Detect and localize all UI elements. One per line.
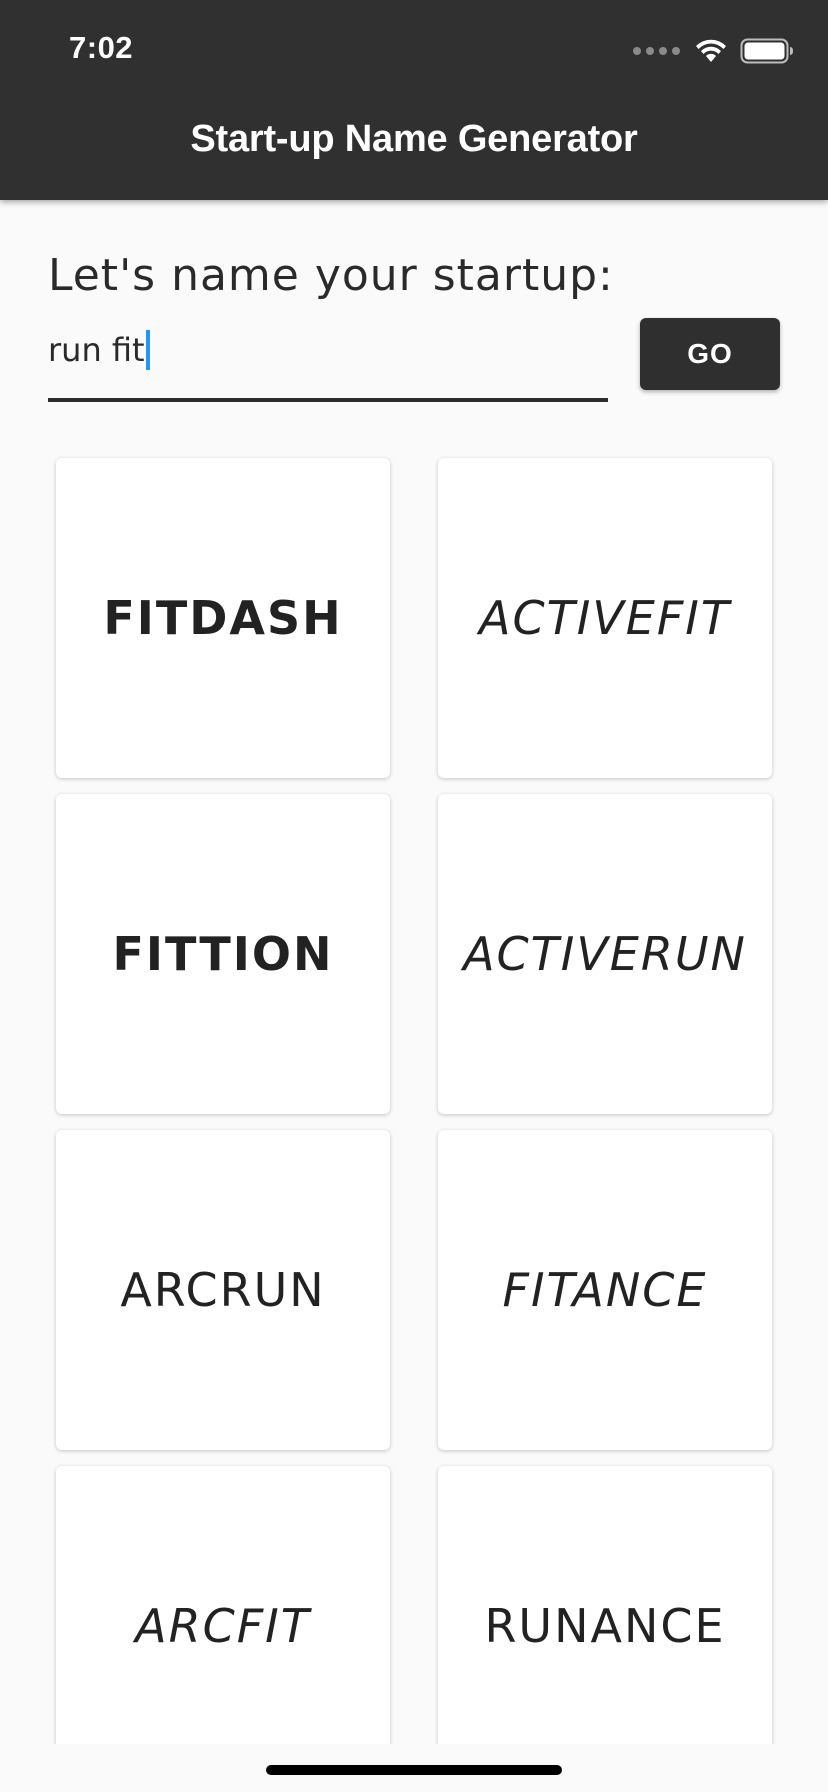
cellular-signal-icon — [633, 47, 680, 55]
status-time: 7:02 — [69, 30, 134, 65]
name-card[interactable]: FITDASH — [56, 458, 390, 778]
input-text: run fit — [48, 331, 145, 369]
app-bar: 7:02 Start-up Name Generator — [0, 0, 828, 200]
input-value[interactable]: run fit — [48, 330, 150, 370]
name-grid-viewport[interactable]: FITDASH ACTIVEFIT FITTION ACTIVERUN ARCR… — [0, 440, 828, 1744]
name-card-label: FITANCE — [502, 1263, 708, 1317]
name-card[interactable]: FITANCE — [438, 1130, 772, 1450]
name-card-label: ACTIVERUN — [463, 927, 747, 981]
name-card[interactable]: FITTION — [56, 794, 390, 1114]
battery-icon — [740, 38, 793, 64]
name-card[interactable]: ACTIVERUN — [438, 794, 772, 1114]
startup-keyword-input[interactable]: run fit — [48, 318, 608, 402]
name-card-label: FITDASH — [103, 591, 343, 645]
name-card-label: FITTION — [112, 927, 334, 981]
name-card[interactable]: ACTIVEFIT — [438, 458, 772, 778]
name-card[interactable]: ARCRUN — [56, 1130, 390, 1450]
app-title: Start-up Name Generator — [190, 118, 638, 160]
name-card-label: ARCRUN — [120, 1263, 326, 1317]
name-card[interactable]: RUNANCE — [438, 1466, 772, 1744]
prompt-heading: Let's name your startup: — [48, 250, 614, 301]
name-card-label: ACTIVEFIT — [479, 591, 731, 645]
text-caret — [145, 330, 150, 370]
name-card-label: RUNANCE — [484, 1599, 726, 1653]
status-icons — [633, 36, 794, 66]
name-card[interactable]: ARCFIT — [56, 1466, 390, 1744]
go-button[interactable]: GO — [640, 318, 780, 390]
wifi-icon — [696, 39, 726, 62]
home-indicator[interactable] — [266, 1765, 562, 1775]
name-card-label: ARCFIT — [135, 1599, 311, 1653]
name-grid: FITDASH ACTIVEFIT FITTION ACTIVERUN ARCR… — [56, 458, 772, 1744]
